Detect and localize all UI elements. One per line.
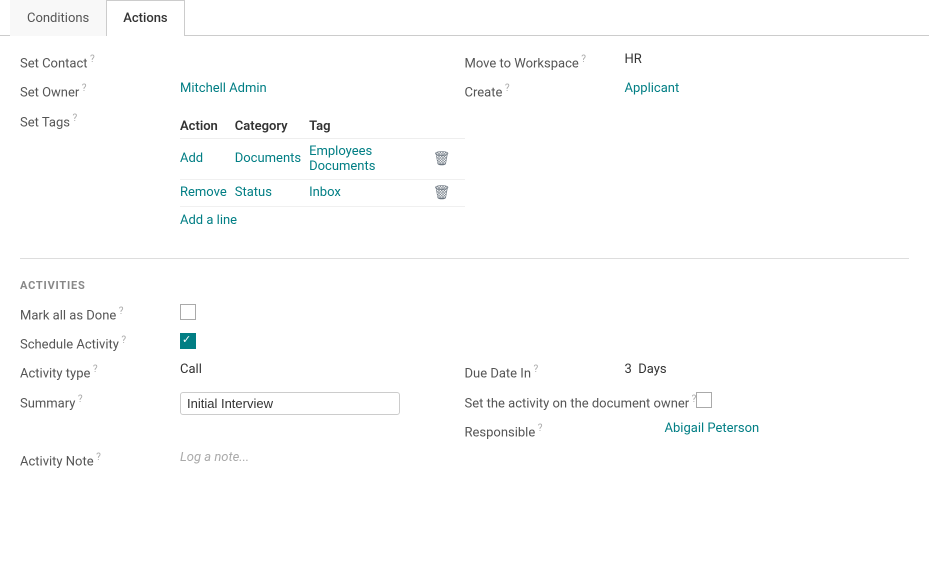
add-line-button[interactable]: Add a line	[180, 213, 237, 228]
help-icon: ?	[502, 83, 509, 94]
help-icon: ?	[531, 364, 538, 375]
schedule-activity-row: Schedule Activity ?	[20, 333, 909, 352]
responsible-value[interactable]: Abigail Peterson	[665, 421, 760, 436]
activities-section: ACTIVITIES Mark all as Done ? Schedule A…	[20, 279, 909, 470]
activity-right: Due Date In ? 3 Days Set the activity on…	[465, 362, 910, 450]
help-icon: ?	[79, 83, 86, 94]
tag-action[interactable]: Add	[180, 138, 235, 179]
tag-name[interactable]: Employees Documents	[309, 138, 427, 179]
tag-name[interactable]: Inbox	[309, 179, 427, 206]
mark-all-label: Mark all as Done ?	[20, 304, 180, 323]
help-icon: ?	[116, 306, 123, 317]
help-icon: ?	[88, 54, 95, 65]
help-icon: ?	[689, 394, 696, 405]
set-tags-row: Set Tags ? Action Category Tag	[20, 111, 465, 228]
table-row: Add Documents Employees Documents 🗑	[180, 138, 465, 179]
due-date-value: 3	[625, 362, 632, 377]
activity-type-label: Activity type ?	[20, 362, 180, 381]
activity-note-label: Activity Note ?	[20, 450, 180, 469]
set-on-owner-label: Set the activity on the document owner ?	[465, 392, 697, 411]
create-label: Create ?	[465, 81, 625, 100]
help-icon: ?	[579, 54, 586, 65]
tag-category[interactable]: Status	[235, 179, 309, 206]
responsible-label: Responsible ?	[465, 421, 665, 440]
activity-note-placeholder[interactable]: Log a note...	[180, 450, 249, 465]
col-action: Action	[180, 115, 235, 139]
main-content: Set Contact ? Set Owner ? Mitchell Admin…	[0, 36, 929, 502]
help-icon: ?	[535, 423, 542, 434]
section-divider	[20, 258, 909, 259]
tabs-bar: Conditions Actions	[0, 0, 929, 36]
help-icon: ?	[70, 113, 77, 124]
responsible-row: Responsible ? Abigail Peterson	[465, 421, 910, 440]
delete-tag-button[interactable]: 🗑	[427, 183, 457, 203]
set-on-owner-checkbox[interactable]	[696, 392, 712, 408]
summary-label: Summary ?	[20, 392, 180, 411]
tag-action[interactable]: Remove	[180, 179, 235, 206]
due-date-row: Due Date In ? 3 Days	[465, 362, 910, 381]
activity-type-value: Call	[180, 362, 202, 377]
move-workspace-label: Move to Workspace ?	[465, 52, 625, 71]
right-fields: Move to Workspace ? HR Create ? Applican…	[465, 52, 910, 238]
due-date-label: Due Date In ?	[465, 362, 625, 381]
set-tags-label: Set Tags ?	[20, 111, 180, 130]
set-on-owner-row: Set the activity on the document owner ?	[465, 392, 910, 411]
activity-note-row: Activity Note ? Log a note...	[20, 450, 909, 469]
due-date-unit: Days	[638, 362, 666, 377]
create-value[interactable]: Applicant	[625, 81, 680, 96]
set-owner-label: Set Owner ?	[20, 81, 180, 100]
activities-title: ACTIVITIES	[20, 279, 909, 292]
tab-conditions[interactable]: Conditions	[10, 0, 106, 36]
activity-details: Activity type ? Call Summary ? Due Date …	[20, 362, 909, 450]
move-workspace-value: HR	[625, 52, 642, 67]
top-fields: Set Contact ? Set Owner ? Mitchell Admin…	[20, 52, 909, 238]
mark-all-checkbox[interactable]	[180, 304, 196, 320]
move-workspace-row: Move to Workspace ? HR	[465, 52, 910, 71]
set-owner-value[interactable]: Mitchell Admin	[180, 81, 267, 96]
tags-table-wrap: Action Category Tag Add Documents Employ…	[180, 111, 465, 228]
delete-tag-button[interactable]: 🗑	[427, 149, 457, 169]
help-icon: ?	[90, 364, 97, 375]
col-delete	[427, 115, 465, 139]
tags-table: Action Category Tag Add Documents Employ…	[180, 115, 465, 207]
mark-all-row: Mark all as Done ?	[20, 304, 909, 323]
schedule-activity-checkbox[interactable]	[180, 333, 196, 349]
summary-row: Summary ?	[20, 392, 465, 415]
tag-category[interactable]: Documents	[235, 138, 309, 179]
help-icon: ?	[75, 394, 82, 405]
table-row: Remove Status Inbox 🗑	[180, 179, 465, 206]
tab-actions[interactable]: Actions	[106, 0, 184, 36]
col-category: Category	[235, 115, 309, 139]
set-contact-label: Set Contact ?	[20, 52, 180, 71]
summary-input[interactable]	[180, 392, 400, 415]
schedule-activity-label: Schedule Activity ?	[20, 333, 180, 352]
left-fields: Set Contact ? Set Owner ? Mitchell Admin…	[20, 52, 465, 238]
set-contact-row: Set Contact ?	[20, 52, 465, 71]
create-row: Create ? Applicant	[465, 81, 910, 100]
activity-left: Activity type ? Call Summary ?	[20, 362, 465, 450]
help-icon: ?	[119, 335, 126, 346]
help-icon: ?	[94, 452, 101, 463]
col-tag: Tag	[309, 115, 427, 139]
activity-type-row: Activity type ? Call	[20, 362, 465, 381]
set-owner-row: Set Owner ? Mitchell Admin	[20, 81, 465, 100]
